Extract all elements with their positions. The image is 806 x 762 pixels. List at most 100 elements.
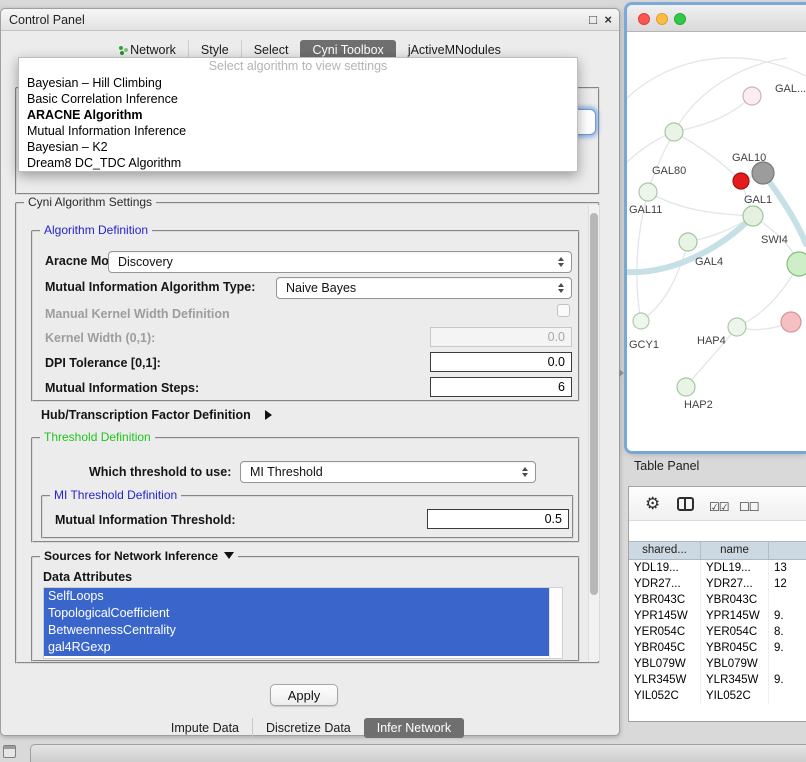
attribute-item[interactable]: SelfLoops <box>44 588 549 605</box>
expanded-arrow-icon[interactable] <box>224 552 234 559</box>
which-threshold-select[interactable]: MI Threshold <box>240 461 536 483</box>
table-row[interactable]: YBL079WYBL079W <box>629 656 806 672</box>
settings-group-title: Cyni Algorithm Settings <box>24 195 156 209</box>
sources-group-title[interactable]: Sources for Network Inference <box>40 549 238 563</box>
dpi-tolerance-field[interactable] <box>430 352 572 372</box>
bottom-tab-discretize-data[interactable]: Discretize Data <box>252 718 364 738</box>
algorithm-option[interactable]: Bayesian – K2 <box>19 139 577 155</box>
network-node[interactable] <box>677 378 695 396</box>
table-panel-heading: Table Panel <box>634 459 699 473</box>
control-panel-titlebar[interactable]: Control Panel □ × <box>1 9 619 31</box>
kernel-width-field[interactable] <box>430 327 572 347</box>
network-node[interactable] <box>639 183 657 201</box>
table-row[interactable]: YIL052CYIL052C <box>629 688 806 704</box>
mi-steps-field[interactable] <box>430 377 572 397</box>
table-row[interactable]: YDL19...YDL19...13 <box>629 560 806 576</box>
network-node[interactable] <box>787 252 806 276</box>
table-row[interactable]: YER054CYER054C8. <box>629 624 806 640</box>
hub-definition-expander[interactable]: Hub/Transcription Factor Definition <box>41 406 272 426</box>
collapsed-arrow-icon[interactable] <box>265 410 272 420</box>
table-column-header[interactable]: shared... <box>629 542 701 559</box>
table-cell: YDL19... <box>629 560 701 576</box>
mi-threshold-field[interactable] <box>427 509 569 529</box>
which-threshold-value: MI Threshold <box>241 465 517 479</box>
network-edge <box>641 242 688 321</box>
table-column-header[interactable] <box>769 542 806 559</box>
node-label: GAL11 <box>629 204 662 216</box>
mi-threshold-group: MI Threshold Definition Mutual Informati… <box>41 495 574 539</box>
network-canvas[interactable]: GAL...GAL80GAL10GAL11GAL1SWI4GAL4GCY1HAP… <box>627 32 806 451</box>
network-edge <box>674 58 787 132</box>
network-node[interactable] <box>781 312 801 332</box>
table-row[interactable]: YBR045CYBR045C9. <box>629 640 806 656</box>
table-column-header[interactable]: name <box>701 542 769 559</box>
data-attributes-label: Data Attributes <box>43 568 132 586</box>
network-node[interactable] <box>743 87 761 105</box>
close-window-icon[interactable]: × <box>604 9 612 31</box>
table-cell <box>769 688 806 704</box>
network-node[interactable] <box>728 318 746 336</box>
table-cell: YPR145W <box>701 608 769 624</box>
network-view-window: GAL...GAL80GAL10GAL11GAL1SWI4GAL4GCY1HAP… <box>627 5 806 451</box>
select-all-checkboxes-icon[interactable]: ☑☑ <box>709 497 729 517</box>
node-label: HAP4 <box>697 335 726 347</box>
bottom-panel-edge <box>30 744 806 762</box>
table-cell: YBL079W <box>701 656 769 672</box>
zoom-traffic-light[interactable] <box>674 13 686 25</box>
network-node[interactable] <box>679 233 697 251</box>
gear-icon[interactable]: ⚙ <box>645 494 660 514</box>
table-row[interactable]: YPR145WYPR145W9. <box>629 608 806 624</box>
settings-scrollbar-thumb[interactable] <box>590 213 598 595</box>
panel-splitter-arrow[interactable] <box>619 369 624 377</box>
bottom-tab-infer-network[interactable]: Infer Network <box>364 718 464 738</box>
algorithm-option[interactable]: ARACNE Algorithm <box>19 107 577 123</box>
float-window-icon[interactable]: □ <box>589 9 597 31</box>
table-row[interactable]: YLR345WYLR345W9. <box>629 672 806 688</box>
network-node[interactable] <box>633 313 649 329</box>
data-attributes-list[interactable]: SelfLoopsTopologicalCoefficientBetweenne… <box>43 587 563 659</box>
algorithm-option[interactable]: Basic Correlation Inference <box>19 91 577 107</box>
network-node[interactable] <box>752 162 774 184</box>
attribute-item[interactable]: BetweennessCentrality <box>44 622 549 639</box>
apply-button[interactable]: Apply <box>270 684 338 706</box>
node-label: GAL1 <box>744 194 772 206</box>
network-node[interactable] <box>665 123 683 141</box>
node-label: GAL... <box>775 83 806 95</box>
node-label: GAL80 <box>652 165 686 177</box>
manual-kernel-checkbox[interactable] <box>557 304 570 317</box>
attributes-scrollbar-track[interactable] <box>549 588 562 658</box>
kernel-width-label: Kernel Width (0,1): <box>45 329 155 347</box>
table-cell: YDR27... <box>701 576 769 592</box>
table-cell: 9. <box>769 608 806 624</box>
table-panel-window: ⚙ ☑☑ ☐☐ shared...name YDL19...YDL19...13… <box>628 486 806 722</box>
mi-threshold-group-title: MI Threshold Definition <box>50 488 181 502</box>
table-row[interactable]: YBR043CYBR043C <box>629 592 806 608</box>
mi-type-select[interactable]: Naive Bayes <box>276 277 572 299</box>
minimize-traffic-light[interactable] <box>656 13 668 25</box>
table-row[interactable]: YDR27...YDR27...12 <box>629 576 806 592</box>
algorithm-option[interactable]: Bayesian – Hill Climbing <box>19 75 577 91</box>
close-traffic-light[interactable] <box>638 13 650 25</box>
aracne-mode-value: Discovery <box>109 255 553 269</box>
clear-checkboxes-icon[interactable]: ☐☐ <box>739 497 759 517</box>
algorithm-option[interactable]: Mutual Information Inference <box>19 123 577 139</box>
mi-type-value: Naive Bayes <box>277 281 553 295</box>
network-node[interactable] <box>733 173 749 189</box>
stepper-arrows-icon <box>517 467 532 477</box>
aracne-mode-select[interactable]: Discovery <box>108 251 572 273</box>
algorithm-dropdown-popup: Select algorithm to view settings Bayesi… <box>18 57 578 172</box>
algorithm-option[interactable]: Dream8 DC_TDC Algorithm <box>19 155 577 171</box>
table-cell: YBR045C <box>629 640 701 656</box>
network-node[interactable] <box>743 206 763 226</box>
minimized-panel-icon[interactable] <box>3 745 16 758</box>
bottom-tab-impute-data[interactable]: Impute Data <box>158 718 252 738</box>
attribute-item[interactable]: gal4RGexp <box>44 639 549 656</box>
dropdown-placeholder-item[interactable]: Select algorithm to view settings <box>19 58 577 75</box>
settings-scrollbar-track[interactable] <box>588 205 599 661</box>
algorithm-definition-group: Algorithm Definition Aracne Mode: Discov… <box>31 230 580 402</box>
network-window-titlebar[interactable] <box>627 5 806 32</box>
table-cell: YBR045C <box>701 640 769 656</box>
network-icon <box>119 46 123 50</box>
attribute-item[interactable]: TopologicalCoefficient <box>44 605 549 622</box>
columns-icon[interactable] <box>677 497 694 511</box>
